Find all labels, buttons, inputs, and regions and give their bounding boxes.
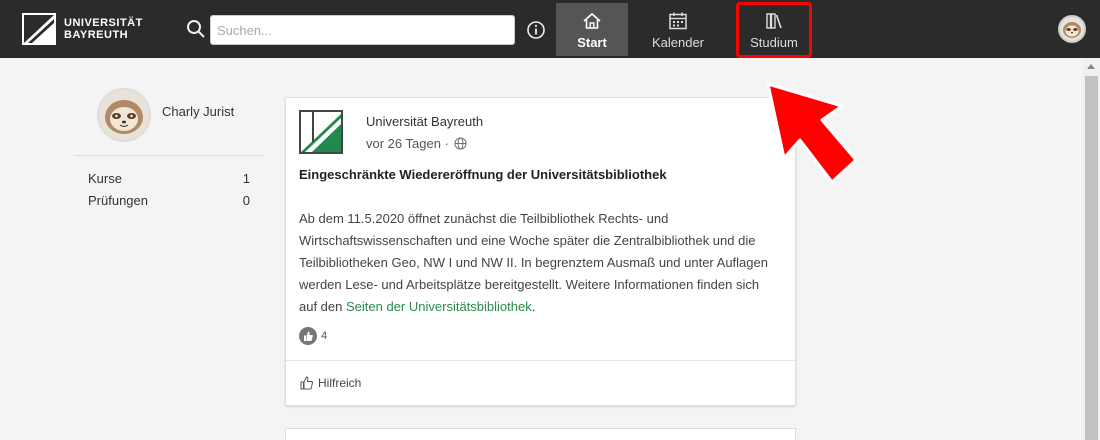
post-time: vor 26 Tagen · [366,136,467,151]
post-body-end: . [531,299,536,314]
thumbs-up-outline-icon [300,376,313,390]
nav-tab-start-label: Start [577,35,607,50]
profile-divider [74,155,263,156]
logo-text-line1: UNIVERSITÄT [64,17,143,29]
nav-tab-kalender[interactable]: Kalender [640,3,716,56]
stat-value: 0 [242,193,250,208]
post-author[interactable]: Universität Bayreuth [366,114,483,129]
stat-label: Kurse [88,171,122,186]
logo-text-line2: BAYREUTH [64,29,129,41]
next-post-card [285,428,796,440]
helpful-label: Hilfreich [318,376,362,390]
info-icon[interactable] [526,20,546,40]
reaction-summary[interactable]: 4 [299,327,327,345]
books-icon [766,13,782,29]
scroll-up-arrow-icon[interactable] [1087,64,1095,69]
stat-row-kurse[interactable]: Kurse 1 [88,171,250,186]
thumbs-up-icon [299,327,317,345]
helpful-button[interactable]: Hilfreich [299,375,361,391]
red-arrow-icon [766,82,858,184]
post-body: Ab dem 11.5.2020 öffnet zunächst die Tei… [299,208,779,318]
logo-mark-icon [22,13,56,45]
search-icon[interactable] [186,19,206,39]
profile-avatar[interactable] [97,88,151,142]
search-input[interactable] [210,15,515,45]
user-avatar[interactable] [1058,15,1086,43]
nav-tab-studium-label: Studium [750,35,798,50]
nav-tab-studium[interactable]: Studium [736,2,812,58]
stat-row-pruefungen[interactable]: Prüfungen 0 [88,193,250,208]
nav-tab-start[interactable]: Start [556,3,628,56]
calendar-icon [669,12,687,30]
nav-tab-kalender-label: Kalender [651,35,705,50]
post-title: Eingeschränkte Wiedereröffnung der Unive… [299,167,667,182]
stat-value: 1 [242,171,250,186]
reaction-count: 4 [321,330,328,342]
library-link[interactable]: Seiten der Universitätsbibliothek [346,299,532,314]
profile-name[interactable]: Charly Jurist [162,104,234,119]
globe-icon [454,137,467,150]
stat-label: Prüfungen [88,193,148,208]
card-divider [286,360,795,361]
author-logo-icon[interactable] [299,110,343,154]
post-time-text: vor 26 Tagen · [366,136,449,151]
top-navigation-bar: UNIVERSITÄT BAYREUTH Start Kalender [0,0,1100,58]
news-post-card: Universität Bayreuth vor 26 Tagen · Eing… [285,97,796,406]
university-logo[interactable]: UNIVERSITÄT BAYREUTH [22,13,143,45]
home-icon [583,12,601,29]
page-scrollbar[interactable] [1083,58,1100,440]
scroll-thumb[interactable] [1085,76,1098,440]
